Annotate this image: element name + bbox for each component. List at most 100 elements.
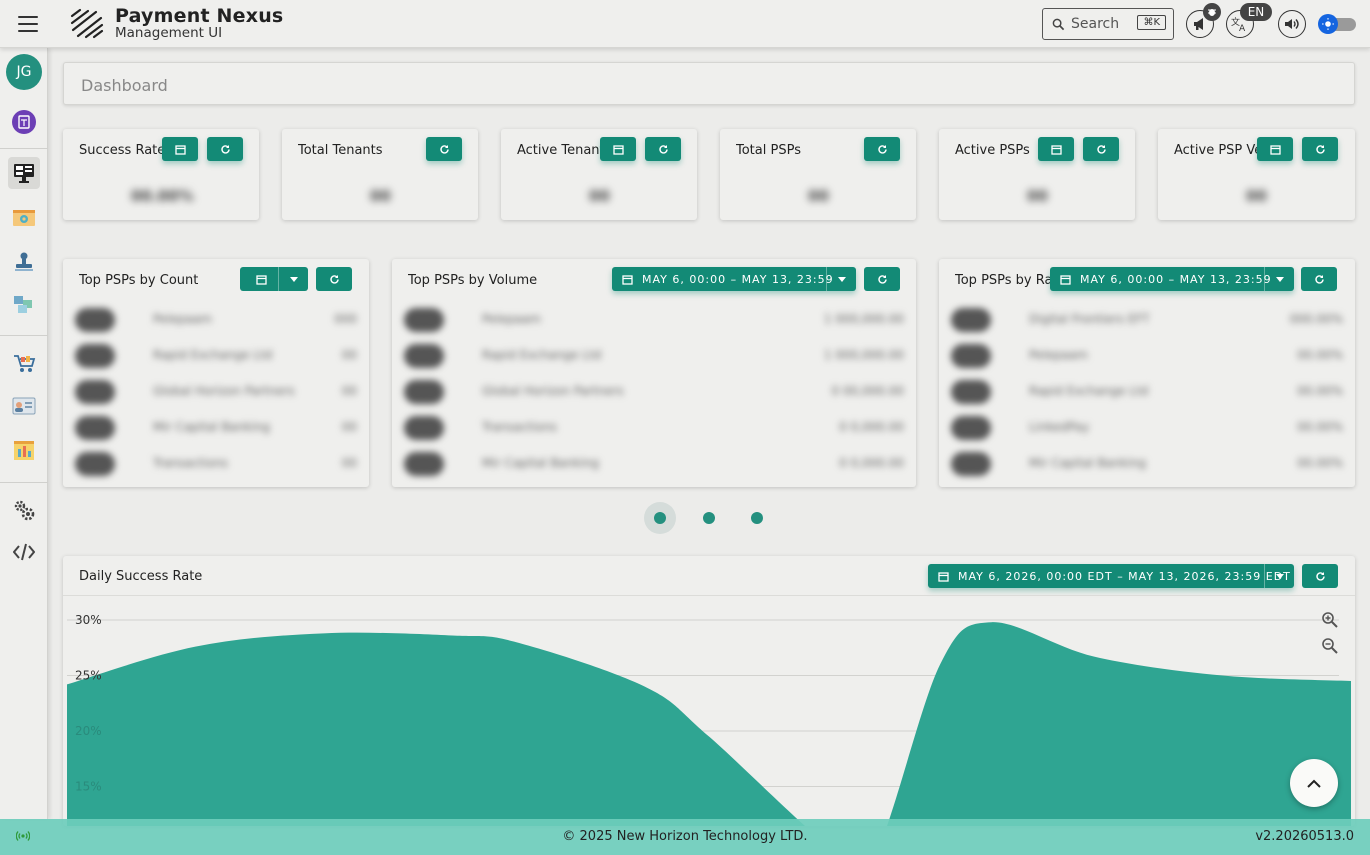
copyright: © 2025 New Horizon Technology LTD. <box>562 829 808 844</box>
panel-title: Top PSPs by Volume <box>408 273 538 288</box>
dashboard-icon[interactable] <box>8 157 40 189</box>
stat-value-blurred: 00 <box>1027 187 1048 205</box>
refresh-button[interactable] <box>316 267 352 291</box>
brand: Payment Nexus Management UI <box>115 7 283 41</box>
stat-value-blurred: 00.00% <box>131 187 194 205</box>
stamp-icon[interactable] <box>8 246 40 278</box>
brand-subtitle: Management UI <box>115 25 223 41</box>
chart-card-daily-success-rate: Daily Success Rate MAY 6, 2026, 00:00 ED… <box>63 556 1355 826</box>
list-item: Pelepaam 1 000,000.00 <box>392 300 916 336</box>
svg-text:A: A <box>1239 24 1246 32</box>
refresh-icon <box>1096 144 1106 154</box>
list-item: Transactions 0 0,000.00 <box>392 408 916 444</box>
date-range-button[interactable] <box>1038 137 1074 161</box>
list-item: Digital Frontiers EFT 000.00% <box>939 300 1355 336</box>
carousel-dot[interactable] <box>654 512 666 524</box>
calendar-icon <box>1060 274 1071 285</box>
refresh-button[interactable] <box>1302 137 1338 161</box>
gear-icon[interactable] <box>8 494 40 526</box>
date-range-button[interactable] <box>600 137 636 161</box>
refresh-button[interactable] <box>864 267 900 291</box>
carousel-dot[interactable] <box>703 512 715 524</box>
date-range-label: MAY 6, 2026, 00:00 EDT – MAY 13, 2026, 2… <box>958 569 1291 583</box>
chevron-up-icon <box>1307 779 1321 788</box>
zoom-in-icon[interactable] <box>1321 611 1339 629</box>
y-tick-label: 30% <box>75 613 102 627</box>
sound-button[interactable] <box>1278 10 1306 38</box>
breadcrumb: Dashboard <box>63 62 1355 105</box>
footer: © 2025 New Horizon Technology LTD. v2.20… <box>0 819 1370 855</box>
stat-title: Active Tenants <box>517 143 612 158</box>
panel-title: Top PSPs by Count <box>79 273 199 288</box>
date-range-button[interactable]: MAY 6, 00:00 – MAY 13, 23:59 <box>1050 267 1294 291</box>
contact-card-icon[interactable] <box>8 390 40 422</box>
refresh-button[interactable] <box>207 137 243 161</box>
theme-toggle[interactable] <box>1318 14 1356 34</box>
list-item: Mir Capital Banking 00 <box>63 408 369 444</box>
refresh-button[interactable] <box>1302 564 1338 588</box>
stat-card-active-psp-versions: Active PSP Ve... 00 <box>1158 129 1355 220</box>
panel-top-psps-volume: Top PSPs by Volume MAY 6, 00:00 – MAY 13… <box>392 259 916 487</box>
refresh-icon <box>1314 274 1324 284</box>
settings-panel-icon[interactable] <box>8 202 40 234</box>
y-tick-label: 15% <box>75 780 102 794</box>
date-range-label: MAY 6, 00:00 – MAY 13, 23:59 <box>642 272 834 286</box>
date-range-button[interactable] <box>162 137 198 161</box>
stat-title: Total Tenants <box>298 143 383 158</box>
date-range-button[interactable]: MAY 6, 00:00 – MAY 13, 23:59 <box>612 267 856 291</box>
refresh-button[interactable] <box>864 137 900 161</box>
menu-icon[interactable] <box>14 13 42 35</box>
area-chart[interactable]: 30% 25% 20% 15% <box>63 596 1355 826</box>
calendar-icon <box>174 144 186 155</box>
refresh-icon <box>658 144 668 154</box>
stat-card-active-psps: Active PSPs 00 <box>939 129 1135 220</box>
date-range-button[interactable]: MAY 6, 2026, 00:00 EDT – MAY 13, 2026, 2… <box>928 564 1294 588</box>
chevron-down-icon[interactable] <box>1264 267 1294 291</box>
stat-card-total-tenants: Total Tenants 00 <box>282 129 478 220</box>
volume-icon <box>1285 19 1299 29</box>
refresh-button[interactable] <box>645 137 681 161</box>
area-series[interactable] <box>67 622 1351 826</box>
list-item: Rapid Exchange Ltd 00 <box>63 336 369 372</box>
code-icon[interactable] <box>8 536 40 568</box>
search-button[interactable]: Search ⌘K <box>1042 8 1174 40</box>
sun-icon <box>1318 14 1338 34</box>
refresh-icon <box>1315 571 1325 581</box>
panel-title: Top PSPs by Ra... <box>955 273 1063 288</box>
carousel-pagination <box>644 502 774 534</box>
calendar-icon <box>255 274 267 285</box>
chevron-down-icon[interactable] <box>278 267 308 291</box>
list-item: Pelepaam 000 <box>63 300 369 336</box>
search-icon <box>1052 18 1065 30</box>
list-item: Pelepaam 00.00% <box>939 336 1355 372</box>
scroll-to-top-button[interactable] <box>1290 759 1338 807</box>
list-item: Global Horizon Partners 0 00,000.00 <box>392 372 916 408</box>
avatar[interactable]: JG <box>6 54 42 90</box>
chart-title: Daily Success Rate <box>79 569 203 584</box>
cart-icon[interactable] <box>8 347 40 379</box>
zoom-out-icon[interactable] <box>1321 637 1339 655</box>
list-item: Global Horizon Partners 00 <box>63 372 369 408</box>
stat-title: Active PSP Ve... <box>1174 143 1260 158</box>
puzzle-icon[interactable] <box>8 288 40 320</box>
report-icon[interactable] <box>8 434 40 466</box>
refresh-button[interactable] <box>1301 267 1337 291</box>
y-tick-label: 25% <box>75 669 102 683</box>
refresh-button[interactable] <box>1083 137 1119 161</box>
date-range-button[interactable] <box>240 267 308 291</box>
calendar-icon <box>1269 144 1281 155</box>
brand-title: Payment Nexus <box>115 5 284 27</box>
refresh-button[interactable] <box>426 137 462 161</box>
chevron-down-icon[interactable] <box>826 267 856 291</box>
refresh-icon <box>877 274 887 284</box>
bug-badge-icon <box>1203 3 1221 21</box>
tenant-switch-icon[interactable] <box>8 106 40 138</box>
panel-top-psps-rate: Top PSPs by Ra... MAY 6, 00:00 – MAY 13,… <box>939 259 1355 487</box>
language-badge: EN <box>1240 3 1272 21</box>
chevron-down-icon[interactable] <box>1264 564 1294 588</box>
list-item: Mir Capital Banking 0 0,000.00 <box>392 444 916 480</box>
stat-card-success-rate: Success Rate 00.00% <box>63 129 259 220</box>
carousel-dot[interactable] <box>751 512 763 524</box>
date-range-button[interactable] <box>1257 137 1293 161</box>
stat-value-blurred: 00 <box>370 187 391 205</box>
